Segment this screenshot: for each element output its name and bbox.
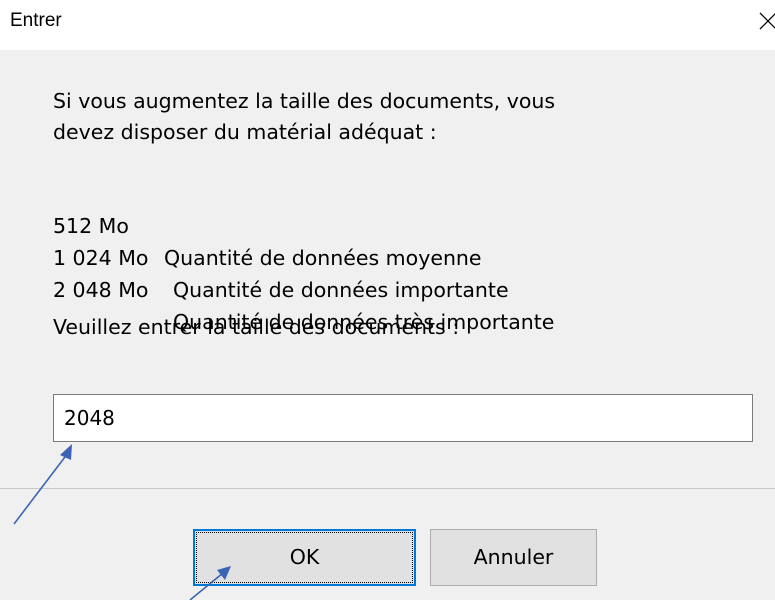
input-prompt: Veuillez entrer la taille des documents …	[53, 315, 460, 339]
size-options-list: 512 Mo Quantité de données moyenne 1 024…	[53, 178, 554, 334]
title-bar: Entrer	[0, 0, 775, 50]
size-description: Quantité de données moyenne	[164, 246, 482, 270]
size-option-row: 512 Mo Quantité de données moyenne	[53, 178, 482, 270]
cancel-button[interactable]: Annuler	[430, 529, 597, 586]
dialog-body: Si vous augmentez la taille des document…	[0, 50, 775, 488]
button-bar: OK Annuler	[0, 489, 775, 600]
document-size-input[interactable]	[53, 394, 753, 442]
size-description: Quantité de données importante	[173, 278, 509, 302]
close-icon	[759, 12, 775, 30]
ok-button[interactable]: OK	[193, 529, 416, 586]
intro-message: Si vous augmentez la taille des document…	[53, 89, 556, 144]
size-value: 2 048 Mo	[53, 278, 149, 302]
size-option-row: 1 024 Mo Quantité de données importante	[53, 210, 509, 302]
cancel-button-label: Annuler	[473, 545, 554, 569]
size-option-row: 2 048 Mo Quantité de données très import…	[53, 242, 554, 334]
focus-ring	[196, 532, 413, 583]
window-title: Entrer	[10, 10, 62, 31]
close-button[interactable]	[755, 6, 775, 36]
input-dialog: Entrer Si vous augmentez la taille des d…	[0, 0, 775, 600]
